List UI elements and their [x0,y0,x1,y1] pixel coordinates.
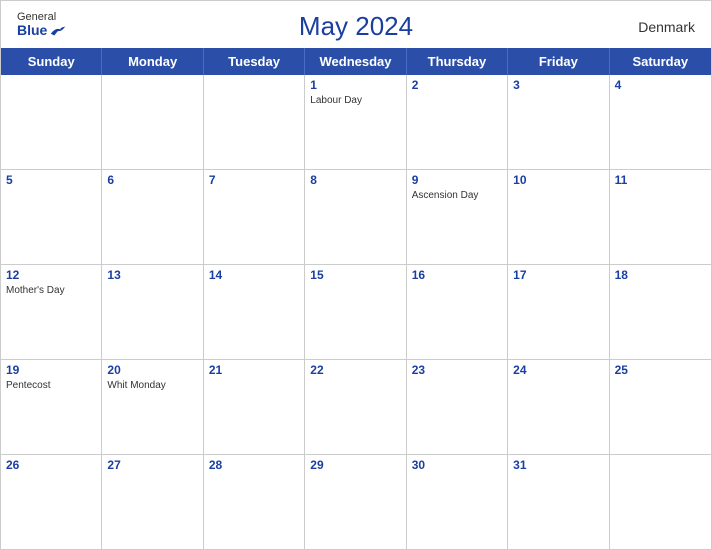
header-sunday: Sunday [1,48,102,75]
header-friday: Friday [508,48,609,75]
day-number: 15 [310,268,400,282]
day-cell-4-3: 29 [305,455,406,549]
day-event: Mother's Day [6,284,96,297]
day-cell-4-4: 30 [407,455,508,549]
day-cell-0-4: 2 [407,75,508,169]
day-cell-0-1 [102,75,203,169]
day-number: 27 [107,458,197,472]
day-headers: Sunday Monday Tuesday Wednesday Thursday… [1,48,711,75]
day-cell-0-5: 3 [508,75,609,169]
day-cell-2-4: 16 [407,265,508,359]
day-cell-0-0 [1,75,102,169]
day-cell-2-0: 12 Mother's Day [1,265,102,359]
day-number: 12 [6,268,96,282]
header-saturday: Saturday [610,48,711,75]
day-number: 14 [209,268,299,282]
day-cell-2-2: 14 [204,265,305,359]
day-number: 16 [412,268,502,282]
day-cell-0-6: 4 [610,75,711,169]
day-number: 29 [310,458,400,472]
day-cell-4-5: 31 [508,455,609,549]
day-number: 13 [107,268,197,282]
day-cell-4-0: 26 [1,455,102,549]
day-cell-1-1: 6 [102,170,203,264]
day-cell-1-5: 10 [508,170,609,264]
day-cell-1-0: 5 [1,170,102,264]
week-row-4: 19 Pentecost 20 Whit Monday 21 22 23 24 25 [1,360,711,455]
day-cell-1-2: 7 [204,170,305,264]
logo-area: General Blue [17,11,67,38]
day-cell-4-2: 28 [204,455,305,549]
day-cell-1-4: 9 Ascension Day [407,170,508,264]
header-monday: Monday [102,48,203,75]
day-event: Labour Day [310,94,400,107]
week-row-5: 26 27 28 29 30 31 [1,455,711,549]
day-cell-0-3: 1 Labour Day [305,75,406,169]
day-cell-4-6 [610,455,711,549]
day-cell-2-5: 17 [508,265,609,359]
day-number: 7 [209,173,299,187]
day-event: Ascension Day [412,189,502,202]
weeks-container: 1Labour Day23456789Ascension Day101112Mo… [1,75,711,549]
day-cell-2-6: 18 [610,265,711,359]
calendar-title: May 2024 [299,11,413,42]
day-cell-3-3: 22 [305,360,406,454]
day-cell-2-1: 13 [102,265,203,359]
day-number: 10 [513,173,603,187]
calendar-grid: Sunday Monday Tuesday Wednesday Thursday… [1,48,711,549]
calendar-container: General Blue May 2024 Denmark Sunday Mon… [0,0,712,550]
day-cell-3-2: 21 [204,360,305,454]
day-number: 24 [513,363,603,377]
day-number: 25 [615,363,706,377]
week-row-2: 56789 Ascension Day 10 11 [1,170,711,265]
country-label: Denmark [638,19,695,35]
day-number: 19 [6,363,96,377]
day-cell-3-1: 20 Whit Monday [102,360,203,454]
day-number: 23 [412,363,502,377]
day-number: 21 [209,363,299,377]
day-number: 20 [107,363,197,377]
day-number: 1 [310,78,400,92]
day-number: 11 [615,173,706,187]
day-number: 9 [412,173,502,187]
day-number: 26 [6,458,96,472]
day-number: 28 [209,458,299,472]
day-number: 5 [6,173,96,187]
day-number: 30 [412,458,502,472]
day-event: Pentecost [6,379,96,392]
logo-blue-text: Blue [17,23,67,38]
day-number: 18 [615,268,706,282]
day-cell-3-4: 23 [407,360,508,454]
day-number: 31 [513,458,603,472]
day-cell-2-3: 15 [305,265,406,359]
header-thursday: Thursday [407,48,508,75]
logo-bird-icon [49,24,67,38]
day-number: 6 [107,173,197,187]
day-cell-1-3: 8 [305,170,406,264]
day-number: 4 [615,78,706,92]
day-cell-3-6: 25 [610,360,711,454]
week-row-3: 12 Mother's Day 13 14 15 16 17 18 [1,265,711,360]
day-cell-1-6: 11 [610,170,711,264]
day-cell-3-0: 19 Pentecost [1,360,102,454]
day-number: 3 [513,78,603,92]
day-cell-3-5: 24 [508,360,609,454]
calendar-header: General Blue May 2024 Denmark [1,1,711,48]
header-tuesday: Tuesday [204,48,305,75]
day-number: 22 [310,363,400,377]
day-number: 17 [513,268,603,282]
day-number: 8 [310,173,400,187]
day-cell-4-1: 27 [102,455,203,549]
week-row-1: 1 Labour Day 234 [1,75,711,170]
day-cell-0-2 [204,75,305,169]
day-number: 2 [412,78,502,92]
day-event: Whit Monday [107,379,197,392]
header-wednesday: Wednesday [305,48,406,75]
